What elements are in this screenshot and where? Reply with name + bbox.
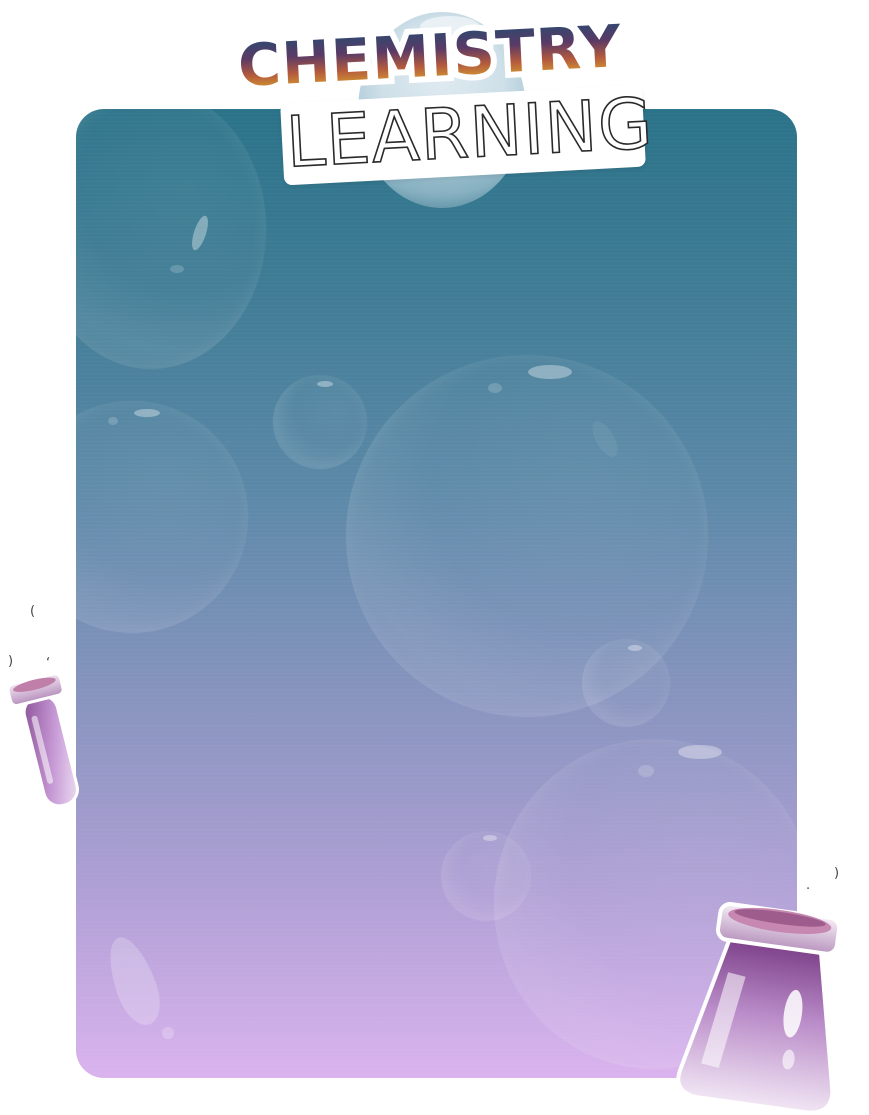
steam-mark: ) (8, 654, 14, 669)
bubble-small-upper (273, 375, 367, 469)
bubble-small-right (582, 639, 670, 727)
steam-mark: ( (30, 604, 36, 619)
beaker-icon (676, 902, 842, 1115)
drop-dot (162, 1027, 174, 1039)
bubble-small-lower (441, 831, 531, 921)
logo: CHEMISTRY CHEMISTRY LEARNING (230, 6, 660, 208)
test-tube-icon (8, 672, 79, 808)
